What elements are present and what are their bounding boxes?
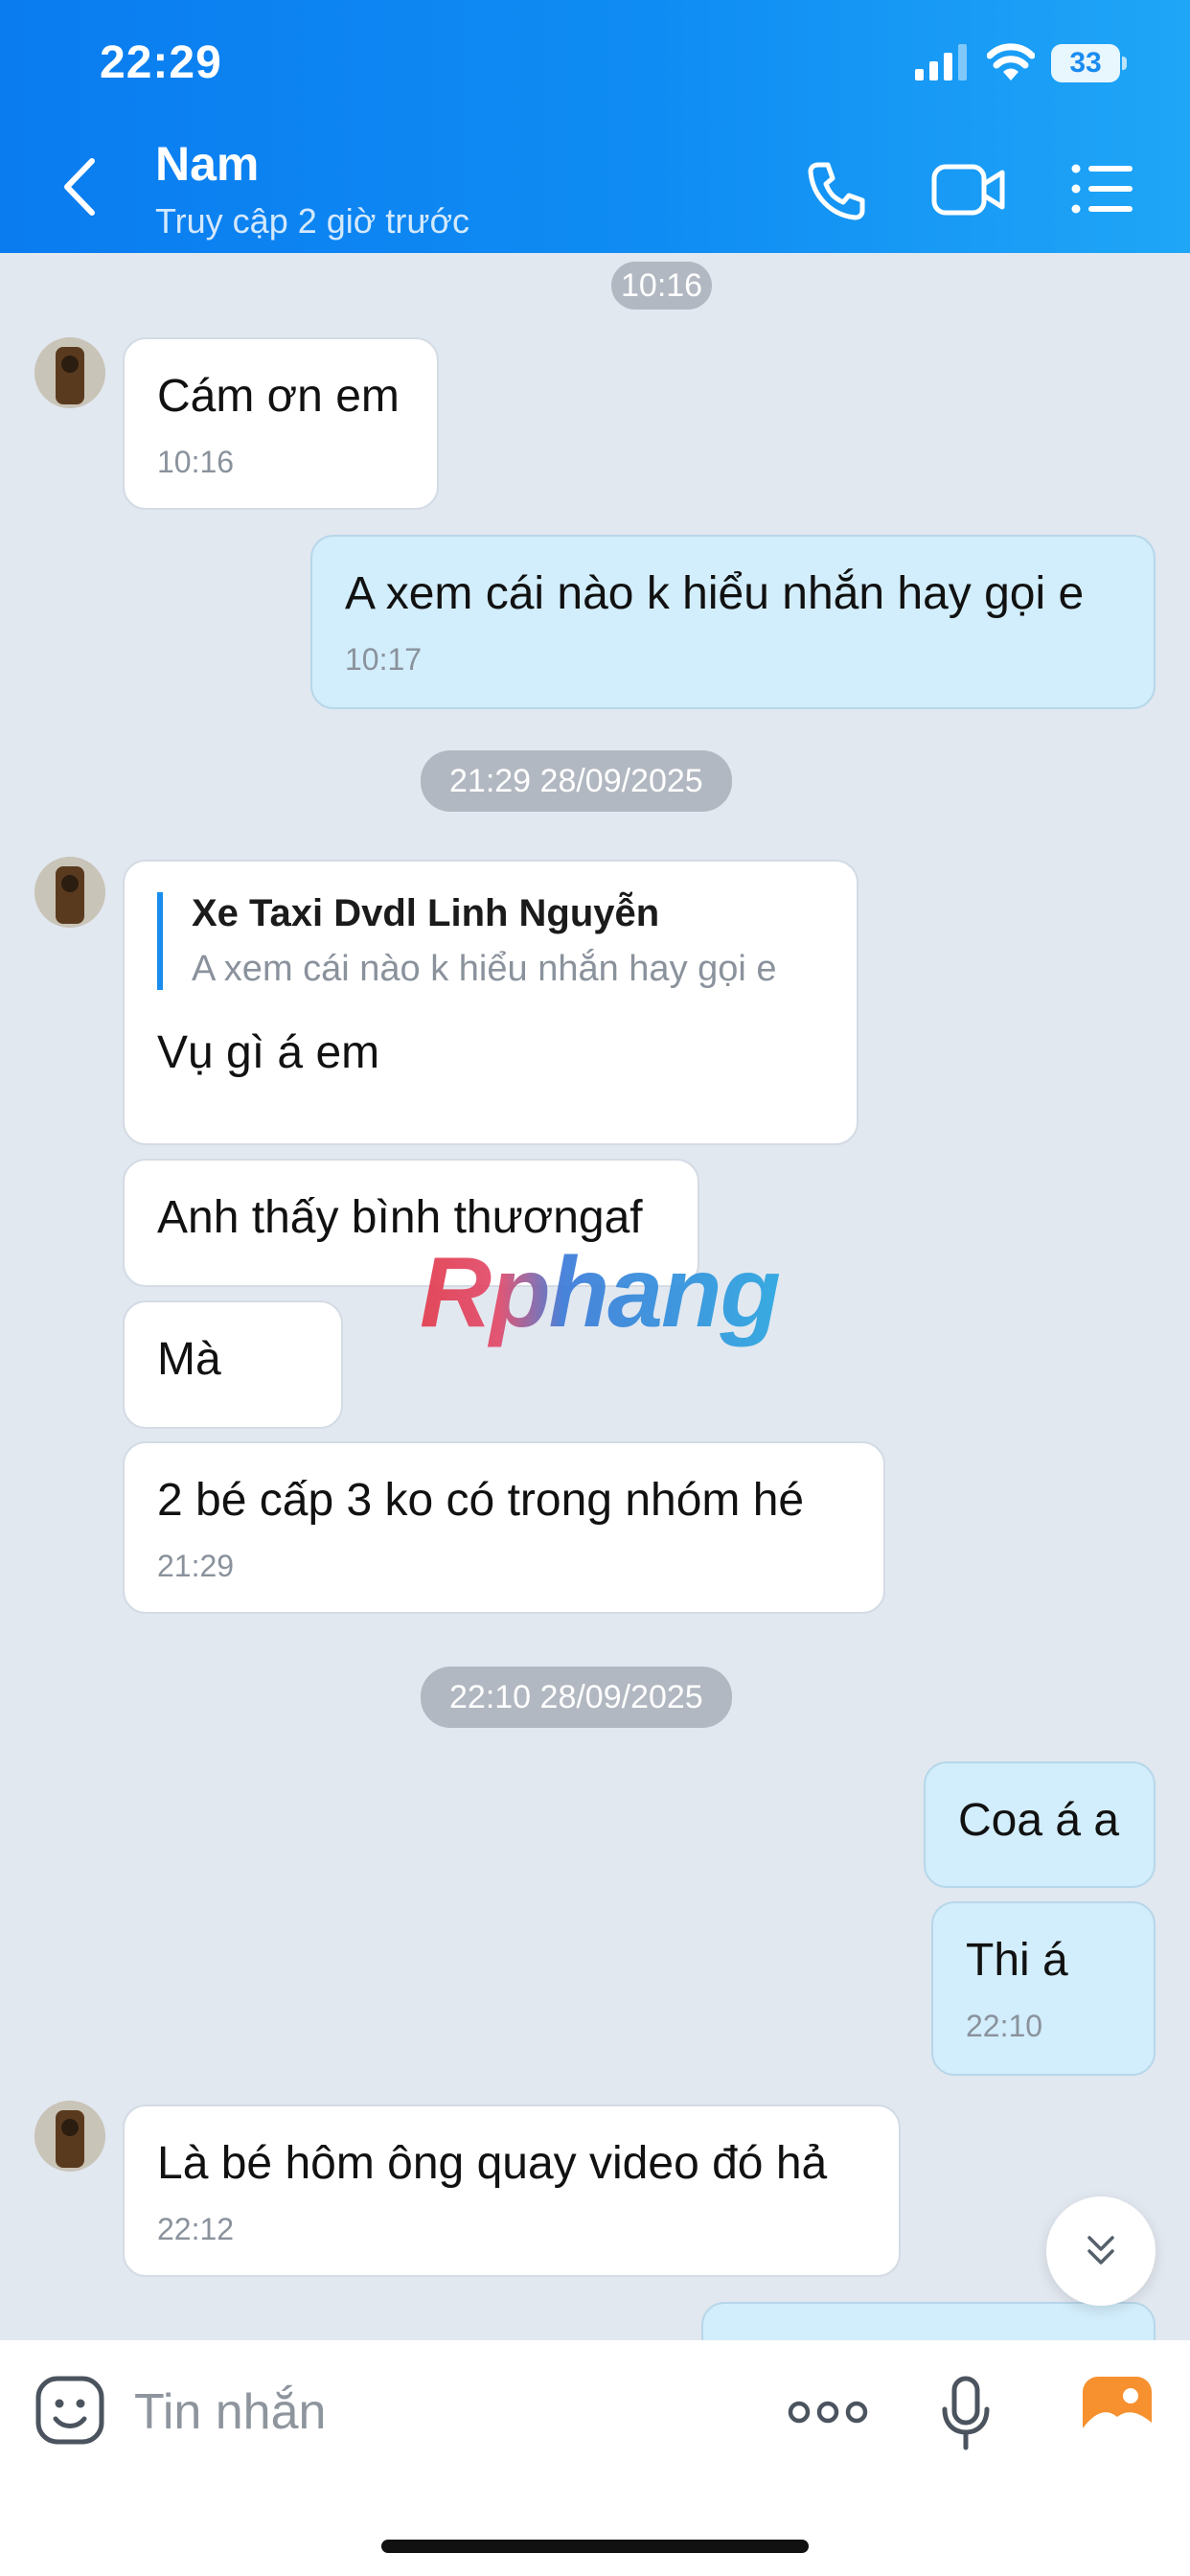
message-text: Thi á (966, 1935, 1068, 1986)
contact-last-seen: Truy cập 2 giờ trước (155, 201, 470, 241)
quoted-message[interactable]: Xe Taxi Dvdl Linh Nguyễn A xem cái nào k… (157, 892, 824, 990)
message-time: 22:12 (157, 2211, 235, 2246)
contact-name[interactable]: Nam (155, 136, 259, 192)
watermark-logo: Rphang (420, 1237, 781, 1348)
message-bubble-reply[interactable]: Xe Taxi Dvdl Linh Nguyễn A xem cái nào k… (123, 860, 858, 1145)
message-text: A xem cái nào k hiểu nhắn hay gọi e (345, 568, 1085, 619)
message-text: 2 bé cấp 3 ko có trong nhóm hé (157, 1475, 805, 1526)
more-options-icon[interactable] (788, 2388, 868, 2436)
message-text: Cám ơn em (157, 371, 400, 422)
microphone-icon[interactable] (937, 2375, 995, 2451)
sticker-emoji-icon[interactable] (34, 2375, 105, 2446)
contact-avatar[interactable] (34, 337, 105, 408)
message-input[interactable] (134, 2379, 709, 2446)
phone-call-icon[interactable] (805, 159, 868, 222)
message-bubble-outgoing[interactable]: Thi á 22:10 (931, 1901, 1156, 2076)
message-bubble-incoming[interactable]: Mà (123, 1300, 343, 1429)
date-divider: 22:10 28/09/2025 (421, 1667, 732, 1728)
battery-level: 33 (1051, 44, 1120, 82)
battery-icon: 33 (1051, 44, 1128, 82)
message-time: 10:17 (345, 641, 423, 677)
chat-header: 22:29 33 Nam Truy cập 2 giờ trước (0, 0, 1190, 253)
message-time: 21:29 (157, 1548, 235, 1583)
back-button[interactable] (56, 153, 103, 220)
cellular-signal-icon (915, 44, 967, 80)
contact-avatar[interactable] (34, 857, 105, 928)
message-text: Mà (157, 1334, 221, 1385)
message-bubble-outgoing[interactable]: A xem cái nào k hiểu nhắn hay gọi e 10:1… (310, 535, 1156, 709)
options-list-icon[interactable] (1071, 163, 1134, 215)
message-text: Vụ gì á em (157, 1026, 380, 1078)
message-time: 22:10 (966, 2008, 1043, 2043)
message-bubble-outgoing-partial[interactable] (701, 2302, 1156, 2340)
message-time: 10:16 (157, 444, 235, 479)
quoted-text: A xem cái nào k hiểu nhắn hay gọi e (192, 949, 777, 989)
message-bubble-incoming[interactable]: 2 bé cấp 3 ko có trong nhóm hé 21:29 (123, 1441, 885, 1614)
message-bubble-incoming[interactable]: Cám ơn em 10:16 (123, 337, 439, 510)
message-text: Coa á a (958, 1795, 1120, 1846)
home-indicator (381, 2540, 809, 2553)
video-call-icon[interactable] (931, 161, 1006, 218)
wifi-icon (987, 43, 1035, 80)
double-chevron-down-icon (1087, 2236, 1114, 2265)
time-divider: 10:16 (611, 262, 713, 310)
contact-avatar[interactable] (34, 2101, 105, 2172)
photo-gallery-icon[interactable] (1081, 2375, 1154, 2444)
date-divider: 21:29 28/09/2025 (421, 750, 732, 812)
message-text: Là bé hôm ông quay video đó hả (157, 2138, 828, 2189)
quoted-sender: Xe Taxi Dvdl Linh Nguyễn (192, 892, 660, 934)
message-bubble-outgoing[interactable]: Coa á a (924, 1761, 1156, 1888)
status-bar-time: 22:29 (100, 37, 222, 88)
message-bubble-incoming[interactable]: Là bé hôm ông quay video đó hả 22:12 (123, 2104, 901, 2277)
scroll-to-bottom-button[interactable] (1046, 2196, 1156, 2306)
